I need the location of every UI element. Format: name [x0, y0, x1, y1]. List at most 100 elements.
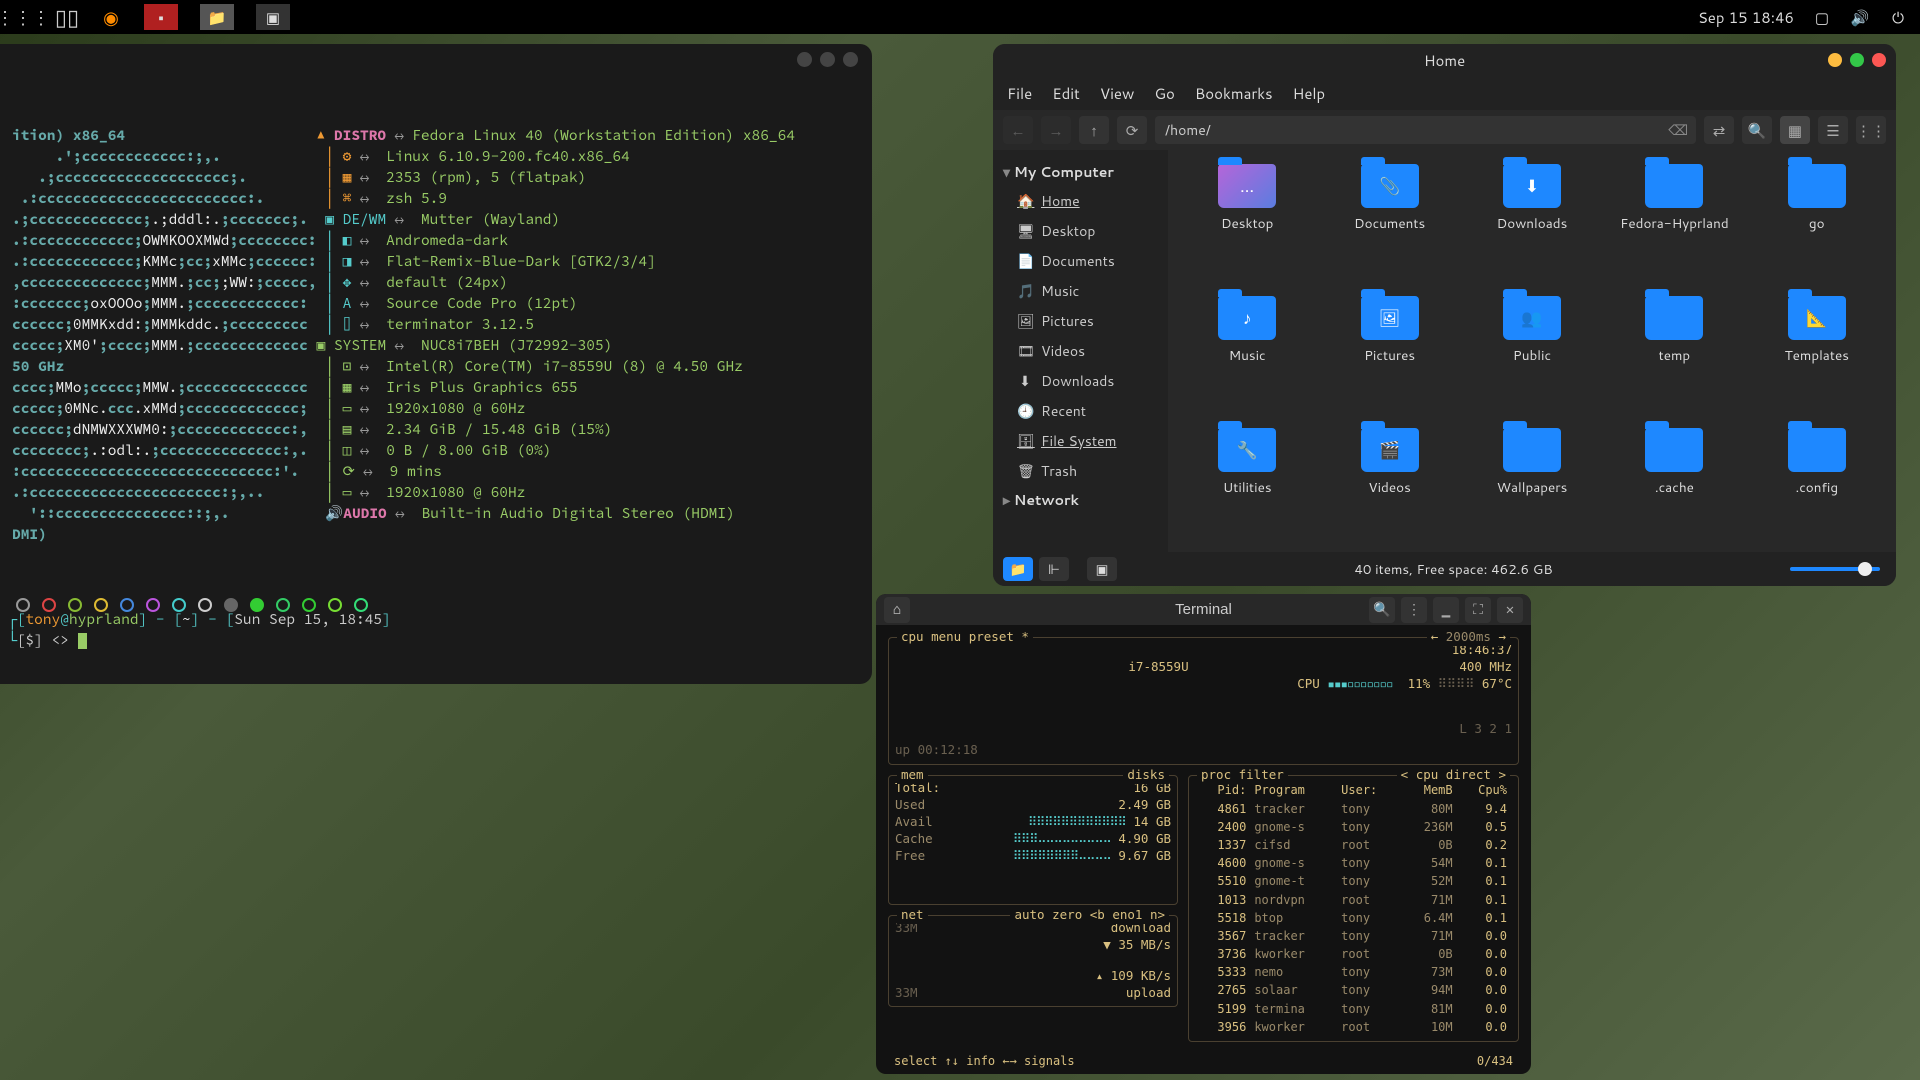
- sidebar-item-downloads[interactable]: ⬇Downloads: [993, 366, 1168, 396]
- terminator-window[interactable]: ition) x86_64 ▲ DISTRO ↔ Fedora Linux 40…: [0, 44, 872, 684]
- terminator-titlebar: [783, 44, 872, 74]
- up-button[interactable]: ↑: [1079, 116, 1109, 144]
- file-utilities[interactable]: 🔧Utilities: [1178, 428, 1316, 552]
- taskbar-app-terminal[interactable]: ▣: [256, 4, 290, 30]
- packages-value: 2353 (rpm), 5 (flatpak): [386, 168, 586, 186]
- display-icon[interactable]: ▢: [1812, 7, 1832, 27]
- toggle-path-button[interactable]: ⇄: [1704, 116, 1734, 144]
- menu-bookmarks[interactable]: Bookmarks: [1195, 83, 1273, 104]
- proc-row[interactable]: 4600gnome-stony54M0.1: [1197, 855, 1510, 871]
- home-icon: 🏠: [1017, 191, 1033, 211]
- file-manager-window[interactable]: Home File Edit View Go Bookmarks Help ← …: [993, 44, 1896, 586]
- search-button[interactable]: 🔍: [1742, 116, 1772, 144]
- proc-row[interactable]: 1337cifsdroot0B0.2: [1197, 837, 1510, 853]
- zoom-slider[interactable]: [1790, 567, 1880, 571]
- proc-row[interactable]: 5518btoptony6.4M0.1: [1197, 910, 1510, 926]
- power-icon[interactable]: ⏻: [1888, 7, 1908, 27]
- window-min-icon[interactable]: [1828, 53, 1842, 67]
- proc-row[interactable]: 2765solaartony94M0.0: [1197, 982, 1510, 998]
- taskbar-app-files[interactable]: 📁: [200, 4, 234, 30]
- file-pictures[interactable]: 🖼Pictures: [1320, 296, 1458, 424]
- window-close-icon[interactable]: [843, 52, 858, 67]
- activities-icon[interactable]: ⋮⋮⋮: [12, 6, 34, 28]
- terminal-toggle[interactable]: ▣: [1087, 557, 1117, 581]
- file--cache[interactable]: .cache: [1605, 428, 1743, 552]
- forward-button[interactable]: →: [1041, 116, 1071, 144]
- menu-icon[interactable]: ⋮: [1401, 597, 1427, 623]
- tree-toggle[interactable]: ⊩: [1039, 557, 1069, 581]
- proc-row[interactable]: 1013nordvpnroot71M0.1: [1197, 892, 1510, 908]
- proc-row[interactable]: 3567trackertony71M0.0: [1197, 928, 1510, 944]
- sidebar-item-file-system[interactable]: 🗄File System: [993, 426, 1168, 456]
- sidebar-item-videos[interactable]: 🎞Videos: [993, 336, 1168, 366]
- file-desktop[interactable]: …Desktop: [1178, 164, 1316, 292]
- firefox-icon[interactable]: ◉: [100, 6, 122, 28]
- file-documents[interactable]: 📎Documents: [1320, 164, 1458, 292]
- proc-row[interactable]: 3956kworkerroot10M0.0: [1197, 1019, 1510, 1035]
- proc-row[interactable]: 4861trackertony80M9.4: [1197, 801, 1510, 817]
- file-go[interactable]: go: [1748, 164, 1886, 292]
- proc-row[interactable]: 5510gnome-ttony52M0.1: [1197, 873, 1510, 889]
- proc-row[interactable]: 5199terminatony81M0.0: [1197, 1001, 1510, 1017]
- fm-file-grid[interactable]: …Desktop📎Documents⬇DownloadsFedora-Hyprl…: [1168, 150, 1896, 552]
- sidebar-section-network[interactable]: Network: [993, 486, 1168, 514]
- folder-icon: [1645, 164, 1703, 208]
- sidebar-item-trash[interactable]: 🗑Trash: [993, 456, 1168, 486]
- panel-left-tray: ⋮⋮⋮ ▯▯ ◉ ▪ 📁 ▣: [12, 4, 290, 30]
- fastfetch-output: ition) x86_64 ▲ DISTRO ↔ Fedora Linux 40…: [4, 100, 803, 570]
- window-max-icon[interactable]: [820, 52, 835, 67]
- maximize-icon[interactable]: ⛶: [1465, 597, 1491, 623]
- places-toggle[interactable]: 📁: [1003, 557, 1033, 581]
- home-tab-icon[interactable]: ⌂: [884, 597, 910, 623]
- window-min-icon[interactable]: [797, 52, 812, 67]
- volume-icon[interactable]: 🔊: [1850, 7, 1870, 27]
- folder-icon: 📐: [1788, 296, 1846, 340]
- file-wallpapers[interactable]: Wallpapers: [1463, 428, 1601, 552]
- window-max-icon[interactable]: [1850, 53, 1864, 67]
- compact-view-button[interactable]: ⋮⋮: [1856, 116, 1886, 144]
- clear-path-icon[interactable]: ⌫: [1668, 120, 1688, 140]
- gnome-terminal-window[interactable]: ⌂ Terminal 🔍 ⋮ ▁ ⛶ ✕ cpu menu preset * ←…: [876, 594, 1531, 1074]
- menu-view[interactable]: View: [1100, 83, 1135, 104]
- search-icon[interactable]: 🔍: [1369, 597, 1395, 623]
- sidebar-item-pictures[interactable]: 🖼Pictures: [993, 306, 1168, 336]
- sidebar-item-music[interactable]: 🎵Music: [993, 276, 1168, 306]
- proc-row[interactable]: 5333nemotony73M0.0: [1197, 964, 1510, 980]
- panel-clock[interactable]: Sep 15 18:46: [1698, 7, 1794, 28]
- shell-prompt[interactable]: ┌[tony@hyprland] - [~] - [Sun Sep 15, 18…: [8, 588, 391, 672]
- file-fedora-hyprland[interactable]: Fedora-Hyprland: [1605, 164, 1743, 292]
- recent-icon: 🕘: [1017, 401, 1033, 421]
- gt-headerbar: ⌂ Terminal 🔍 ⋮ ▁ ⛶ ✕: [876, 594, 1531, 625]
- list-view-button[interactable]: ☰: [1818, 116, 1848, 144]
- window-close-icon[interactable]: [1872, 53, 1886, 67]
- theme1: Andromeda-dark: [386, 231, 508, 249]
- file-templates[interactable]: 📐Templates: [1748, 296, 1886, 424]
- file-music[interactable]: ♪Music: [1178, 296, 1316, 424]
- btop-mem-box: mem disks Total:16 GB Used2.49 GB Avail⠿…: [888, 775, 1178, 905]
- icon-view-button[interactable]: ▦: [1780, 116, 1810, 144]
- menu-file[interactable]: File: [1007, 83, 1032, 104]
- workspaces-icon[interactable]: ▯▯: [56, 6, 78, 28]
- close-icon[interactable]: ✕: [1497, 597, 1523, 623]
- sidebar-item-recent[interactable]: 🕘Recent: [993, 396, 1168, 426]
- back-button[interactable]: ←: [1003, 116, 1033, 144]
- file-videos[interactable]: 🎬Videos: [1320, 428, 1458, 552]
- menu-go[interactable]: Go: [1154, 83, 1175, 104]
- minimize-icon[interactable]: ▁: [1433, 597, 1459, 623]
- sidebar-item-home[interactable]: 🏠Home: [993, 186, 1168, 216]
- sidebar-item-desktop[interactable]: 🖥Desktop: [993, 216, 1168, 246]
- file-public[interactable]: 👥Public: [1463, 296, 1601, 424]
- file-downloads[interactable]: ⬇Downloads: [1463, 164, 1601, 292]
- sidebar-item-documents[interactable]: 📄Documents: [993, 246, 1168, 276]
- proc-row[interactable]: 3736kworkerroot0B0.0: [1197, 946, 1510, 962]
- proc-row[interactable]: 2400gnome-stony236M0.5: [1197, 819, 1510, 835]
- file-temp[interactable]: temp: [1605, 296, 1743, 424]
- reload-button[interactable]: ⟳: [1117, 116, 1147, 144]
- path-bar[interactable]: /home/ ⌫: [1155, 116, 1696, 144]
- taskbar-app-1[interactable]: ▪: [144, 4, 178, 30]
- cpu-value: Intel(R) Core(TM) i7-8559U (8) @ 4.50 GH…: [386, 357, 743, 375]
- menu-help[interactable]: Help: [1293, 83, 1326, 104]
- file--config[interactable]: .config: [1748, 428, 1886, 552]
- sidebar-section-computer[interactable]: My Computer: [993, 158, 1168, 186]
- menu-edit[interactable]: Edit: [1052, 83, 1080, 104]
